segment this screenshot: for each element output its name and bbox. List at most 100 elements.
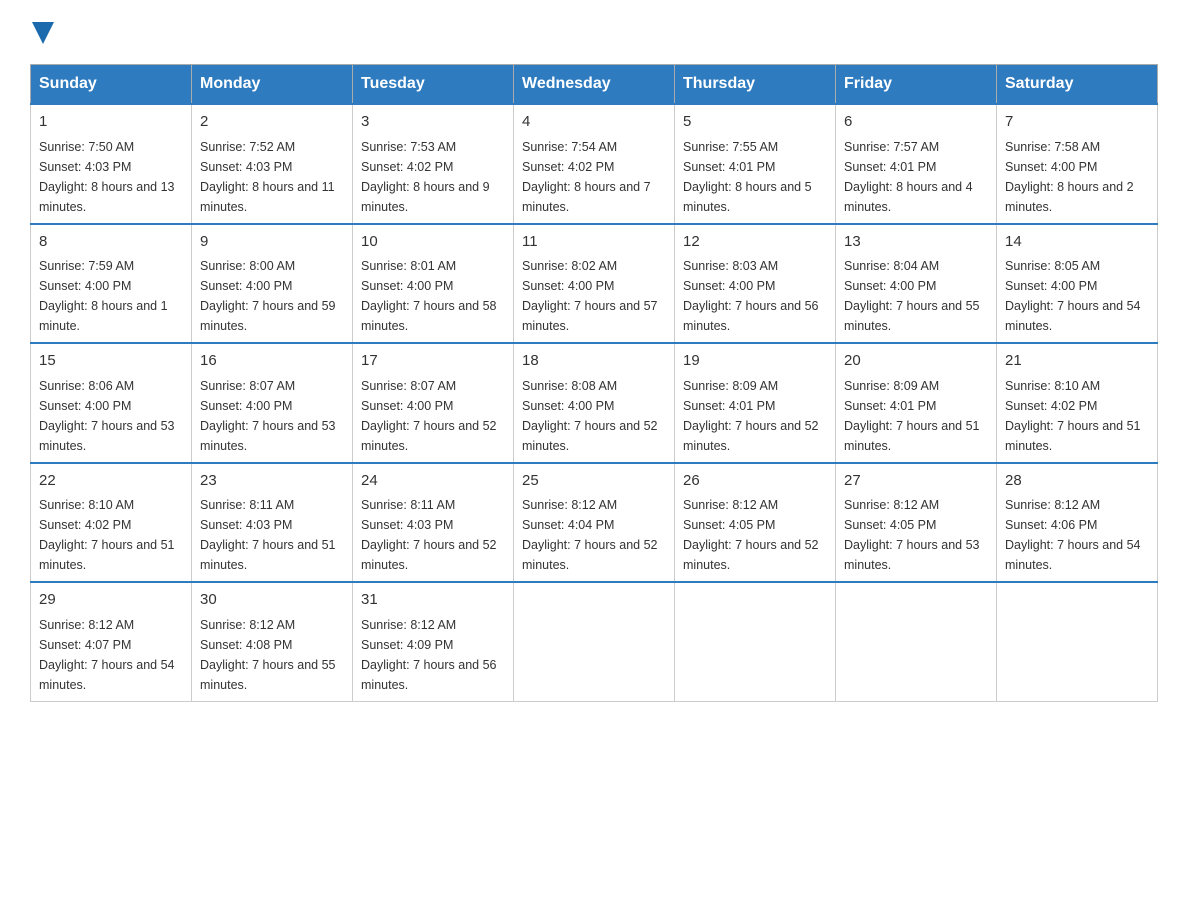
header-row: SundayMondayTuesdayWednesdayThursdayFrid…	[31, 65, 1158, 105]
day-number: 28	[1005, 470, 1149, 493]
day-number: 27	[844, 470, 988, 493]
day-number: 7	[1005, 111, 1149, 134]
day-number: 12	[683, 231, 827, 254]
day-cell: 25 Sunrise: 8:12 AMSunset: 4:04 PMDaylig…	[514, 463, 675, 583]
day-number: 15	[39, 350, 183, 373]
column-header-saturday: Saturday	[997, 65, 1158, 105]
day-cell: 5 Sunrise: 7:55 AMSunset: 4:01 PMDayligh…	[675, 104, 836, 224]
day-cell: 7 Sunrise: 7:58 AMSunset: 4:00 PMDayligh…	[997, 104, 1158, 224]
day-number: 22	[39, 470, 183, 493]
day-number: 16	[200, 350, 344, 373]
day-number: 29	[39, 589, 183, 612]
day-info: Sunrise: 8:10 AMSunset: 4:02 PMDaylight:…	[1005, 379, 1141, 453]
day-info: Sunrise: 8:06 AMSunset: 4:00 PMDaylight:…	[39, 379, 175, 453]
logo-triangle-icon	[32, 22, 54, 44]
day-cell: 20 Sunrise: 8:09 AMSunset: 4:01 PMDaylig…	[836, 343, 997, 463]
day-info: Sunrise: 8:12 AMSunset: 4:09 PMDaylight:…	[361, 618, 497, 692]
day-info: Sunrise: 8:02 AMSunset: 4:00 PMDaylight:…	[522, 259, 658, 333]
day-number: 2	[200, 111, 344, 134]
day-number: 19	[683, 350, 827, 373]
day-info: Sunrise: 8:10 AMSunset: 4:02 PMDaylight:…	[39, 498, 175, 572]
day-cell: 6 Sunrise: 7:57 AMSunset: 4:01 PMDayligh…	[836, 104, 997, 224]
day-cell: 26 Sunrise: 8:12 AMSunset: 4:05 PMDaylig…	[675, 463, 836, 583]
day-info: Sunrise: 8:12 AMSunset: 4:04 PMDaylight:…	[522, 498, 658, 572]
day-cell: 17 Sunrise: 8:07 AMSunset: 4:00 PMDaylig…	[353, 343, 514, 463]
column-header-monday: Monday	[192, 65, 353, 105]
day-number: 24	[361, 470, 505, 493]
column-header-friday: Friday	[836, 65, 997, 105]
day-number: 31	[361, 589, 505, 612]
day-number: 13	[844, 231, 988, 254]
day-number: 17	[361, 350, 505, 373]
day-info: Sunrise: 8:03 AMSunset: 4:00 PMDaylight:…	[683, 259, 819, 333]
day-cell: 16 Sunrise: 8:07 AMSunset: 4:00 PMDaylig…	[192, 343, 353, 463]
week-row-4: 22 Sunrise: 8:10 AMSunset: 4:02 PMDaylig…	[31, 463, 1158, 583]
column-header-sunday: Sunday	[31, 65, 192, 105]
day-cell	[836, 582, 997, 701]
day-info: Sunrise: 8:00 AMSunset: 4:00 PMDaylight:…	[200, 259, 336, 333]
day-info: Sunrise: 7:53 AMSunset: 4:02 PMDaylight:…	[361, 140, 490, 214]
day-number: 6	[844, 111, 988, 134]
day-cell: 21 Sunrise: 8:10 AMSunset: 4:02 PMDaylig…	[997, 343, 1158, 463]
week-row-3: 15 Sunrise: 8:06 AMSunset: 4:00 PMDaylig…	[31, 343, 1158, 463]
day-cell: 10 Sunrise: 8:01 AMSunset: 4:00 PMDaylig…	[353, 224, 514, 344]
day-number: 23	[200, 470, 344, 493]
column-header-thursday: Thursday	[675, 65, 836, 105]
day-info: Sunrise: 8:04 AMSunset: 4:00 PMDaylight:…	[844, 259, 980, 333]
day-info: Sunrise: 7:55 AMSunset: 4:01 PMDaylight:…	[683, 140, 812, 214]
week-row-2: 8 Sunrise: 7:59 AMSunset: 4:00 PMDayligh…	[31, 224, 1158, 344]
day-info: Sunrise: 8:01 AMSunset: 4:00 PMDaylight:…	[361, 259, 497, 333]
day-info: Sunrise: 7:52 AMSunset: 4:03 PMDaylight:…	[200, 140, 335, 214]
day-info: Sunrise: 8:12 AMSunset: 4:08 PMDaylight:…	[200, 618, 336, 692]
logo	[30, 20, 54, 44]
day-number: 8	[39, 231, 183, 254]
day-cell: 18 Sunrise: 8:08 AMSunset: 4:00 PMDaylig…	[514, 343, 675, 463]
day-cell: 8 Sunrise: 7:59 AMSunset: 4:00 PMDayligh…	[31, 224, 192, 344]
day-info: Sunrise: 7:54 AMSunset: 4:02 PMDaylight:…	[522, 140, 651, 214]
day-cell	[675, 582, 836, 701]
day-info: Sunrise: 8:09 AMSunset: 4:01 PMDaylight:…	[683, 379, 819, 453]
column-header-wednesday: Wednesday	[514, 65, 675, 105]
day-number: 10	[361, 231, 505, 254]
day-cell: 31 Sunrise: 8:12 AMSunset: 4:09 PMDaylig…	[353, 582, 514, 701]
week-row-1: 1 Sunrise: 7:50 AMSunset: 4:03 PMDayligh…	[31, 104, 1158, 224]
day-number: 25	[522, 470, 666, 493]
day-number: 5	[683, 111, 827, 134]
day-number: 3	[361, 111, 505, 134]
day-cell: 12 Sunrise: 8:03 AMSunset: 4:00 PMDaylig…	[675, 224, 836, 344]
day-cell: 24 Sunrise: 8:11 AMSunset: 4:03 PMDaylig…	[353, 463, 514, 583]
day-cell: 1 Sunrise: 7:50 AMSunset: 4:03 PMDayligh…	[31, 104, 192, 224]
day-cell: 4 Sunrise: 7:54 AMSunset: 4:02 PMDayligh…	[514, 104, 675, 224]
day-info: Sunrise: 7:50 AMSunset: 4:03 PMDaylight:…	[39, 140, 175, 214]
day-info: Sunrise: 8:05 AMSunset: 4:00 PMDaylight:…	[1005, 259, 1141, 333]
day-info: Sunrise: 8:12 AMSunset: 4:05 PMDaylight:…	[844, 498, 980, 572]
day-cell: 29 Sunrise: 8:12 AMSunset: 4:07 PMDaylig…	[31, 582, 192, 701]
day-number: 9	[200, 231, 344, 254]
day-cell: 3 Sunrise: 7:53 AMSunset: 4:02 PMDayligh…	[353, 104, 514, 224]
day-cell: 13 Sunrise: 8:04 AMSunset: 4:00 PMDaylig…	[836, 224, 997, 344]
day-info: Sunrise: 8:12 AMSunset: 4:07 PMDaylight:…	[39, 618, 175, 692]
page-header	[30, 20, 1158, 44]
day-number: 14	[1005, 231, 1149, 254]
day-info: Sunrise: 7:58 AMSunset: 4:00 PMDaylight:…	[1005, 140, 1134, 214]
day-info: Sunrise: 8:08 AMSunset: 4:00 PMDaylight:…	[522, 379, 658, 453]
day-info: Sunrise: 7:59 AMSunset: 4:00 PMDaylight:…	[39, 259, 168, 333]
day-cell: 28 Sunrise: 8:12 AMSunset: 4:06 PMDaylig…	[997, 463, 1158, 583]
day-number: 4	[522, 111, 666, 134]
day-cell: 14 Sunrise: 8:05 AMSunset: 4:00 PMDaylig…	[997, 224, 1158, 344]
day-info: Sunrise: 8:11 AMSunset: 4:03 PMDaylight:…	[200, 498, 336, 572]
day-cell: 2 Sunrise: 7:52 AMSunset: 4:03 PMDayligh…	[192, 104, 353, 224]
day-number: 26	[683, 470, 827, 493]
day-info: Sunrise: 8:07 AMSunset: 4:00 PMDaylight:…	[361, 379, 497, 453]
day-number: 20	[844, 350, 988, 373]
day-info: Sunrise: 8:12 AMSunset: 4:05 PMDaylight:…	[683, 498, 819, 572]
day-number: 1	[39, 111, 183, 134]
day-info: Sunrise: 8:12 AMSunset: 4:06 PMDaylight:…	[1005, 498, 1141, 572]
day-cell: 22 Sunrise: 8:10 AMSunset: 4:02 PMDaylig…	[31, 463, 192, 583]
day-info: Sunrise: 7:57 AMSunset: 4:01 PMDaylight:…	[844, 140, 973, 214]
day-number: 18	[522, 350, 666, 373]
day-cell: 30 Sunrise: 8:12 AMSunset: 4:08 PMDaylig…	[192, 582, 353, 701]
calendar-table: SundayMondayTuesdayWednesdayThursdayFrid…	[30, 64, 1158, 702]
column-header-tuesday: Tuesday	[353, 65, 514, 105]
day-info: Sunrise: 8:07 AMSunset: 4:00 PMDaylight:…	[200, 379, 336, 453]
